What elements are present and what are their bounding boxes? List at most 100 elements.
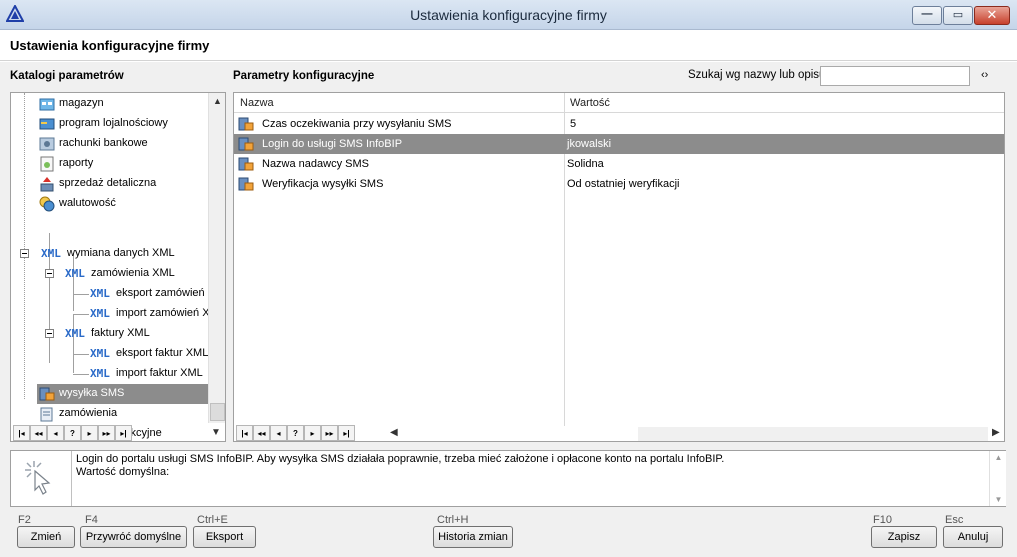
close-button[interactable]: ✕ xyxy=(974,6,1010,25)
tree-item-wymiana-danych-xml[interactable]: XML wymiana danych XML xyxy=(41,244,211,264)
scroll-down-icon[interactable]: ▼ xyxy=(211,427,221,438)
tree-item-raporty[interactable]: raporty xyxy=(39,154,209,174)
sms-icon xyxy=(39,387,55,401)
tree-item-walutowosc[interactable]: walutowość xyxy=(39,194,209,214)
sms-param-icon xyxy=(238,177,254,191)
tree-line xyxy=(24,93,25,399)
report-icon xyxy=(40,156,54,172)
first-record-button[interactable]: |◂ xyxy=(236,425,253,441)
xml-icon: XML xyxy=(65,267,85,280)
sms-param-icon xyxy=(238,157,254,171)
tree-item-import-zamowien-xml[interactable]: XML import zamówień XML xyxy=(90,304,225,324)
grid-row[interactable]: Nazwa nadawcy SMS Solidna xyxy=(234,154,1004,174)
retail-icon xyxy=(40,177,54,192)
previous-page-button[interactable]: ◂◂ xyxy=(253,425,270,441)
column-header-value[interactable]: Wartość xyxy=(570,97,610,109)
horizontal-scrollbar[interactable] xyxy=(638,427,988,441)
tree-vertical-scrollbar[interactable]: ▲ xyxy=(208,93,225,423)
cancel-button[interactable]: Anuluj xyxy=(943,526,1003,548)
grid-row-selected[interactable]: Login do usługi SMS InfoBIP jkowalski xyxy=(234,134,1004,154)
edit-button[interactable]: Zmień xyxy=(17,526,75,548)
tree-item-faktury-xml[interactable]: XML faktury XML xyxy=(65,324,215,344)
description-scrollbar[interactable]: ▲ ▼ xyxy=(989,451,1006,506)
right-panel-title: Parametry konfiguracyjne xyxy=(233,70,375,82)
tree-item-zamowienia[interactable]: zamówienia xyxy=(39,404,209,424)
parameters-grid[interactable]: Nazwa Wartość Czas oczekiwania przy wysy… xyxy=(233,92,1005,442)
previous-page-button[interactable]: ◂◂ xyxy=(30,425,47,441)
tree-item-sprzedaz-detaliczna[interactable]: sprzedaż detaliczna xyxy=(39,174,209,194)
tree-item-label: wysyłka SMS xyxy=(59,387,125,399)
scroll-down-icon[interactable]: ▼ xyxy=(990,495,1007,504)
tree-line xyxy=(73,374,89,375)
tree-item-zamowienia-xml[interactable]: XML zamówienia XML xyxy=(65,264,215,284)
tree-item-label: program lojalnościowy xyxy=(59,117,168,129)
grid-row[interactable]: Czas oczekiwania przy wysyłaniu SMS 5 xyxy=(234,114,1004,134)
minimize-button[interactable]: — xyxy=(912,6,942,25)
xml-icon: XML xyxy=(90,307,110,320)
tree-item-label: walutowość xyxy=(59,197,116,209)
tree-item-wysylka-sms[interactable]: wysyłka SMS xyxy=(37,384,209,404)
previous-record-button[interactable]: ◂ xyxy=(270,425,287,441)
tree-item-label: sprzedaż detaliczna xyxy=(59,177,157,189)
next-record-button[interactable]: ▸ xyxy=(304,425,321,441)
code-chevrons-icon[interactable]: ‹› xyxy=(981,69,988,81)
sms-param-icon xyxy=(238,117,254,131)
tree-expander-collapse-icon[interactable] xyxy=(45,269,54,278)
grid-row[interactable]: Weryfikacja wysyłki SMS Od ostatniej wer… xyxy=(234,174,1004,194)
first-record-button[interactable]: |◂ xyxy=(13,425,30,441)
search-input[interactable] xyxy=(820,66,970,86)
scroll-up-icon[interactable]: ▲ xyxy=(209,96,225,106)
tree-line xyxy=(73,294,89,295)
scroll-up-icon[interactable]: ▲ xyxy=(990,453,1007,462)
help-button[interactable]: ? xyxy=(64,425,81,441)
last-record-button[interactable]: ▸| xyxy=(338,425,355,441)
scroll-thumb[interactable] xyxy=(210,403,225,421)
help-button[interactable]: ? xyxy=(287,425,304,441)
column-header-name[interactable]: Nazwa xyxy=(240,97,274,109)
restore-defaults-button[interactable]: Przywróć domyślne xyxy=(80,526,187,548)
tree-item-label: wymiana danych XML xyxy=(67,247,175,259)
tree-expander-collapse-icon[interactable] xyxy=(45,329,54,338)
save-button[interactable]: Zapisz xyxy=(871,526,937,548)
maximize-button[interactable]: ▭ xyxy=(943,6,973,25)
default-value-label: Wartość domyślna: xyxy=(76,466,170,478)
change-history-button[interactable]: Historia zmian xyxy=(433,526,513,548)
shortcut-label: F2 xyxy=(18,514,31,526)
row-value: Od ostatniej weryfikacji xyxy=(567,178,680,190)
bank-icon xyxy=(39,137,55,151)
tree-item-magazyn[interactable]: magazyn xyxy=(39,94,209,114)
export-button[interactable]: Eksport xyxy=(193,526,256,548)
next-record-button[interactable]: ▸ xyxy=(81,425,98,441)
row-name: Nazwa nadawcy SMS xyxy=(262,158,369,170)
tree-item-eksport-faktur-xml[interactable]: XML eksport faktur XML xyxy=(90,344,218,364)
next-page-button[interactable]: ▸▸ xyxy=(321,425,338,441)
main-area: Katalogi parametrów Parametry konfigurac… xyxy=(0,62,1017,557)
loyalty-card-icon xyxy=(39,118,55,130)
previous-record-button[interactable]: ◂ xyxy=(47,425,64,441)
scroll-right-icon[interactable]: ▶ xyxy=(992,427,1000,438)
last-record-button[interactable]: ▸| xyxy=(115,425,132,441)
shortcut-label: F4 xyxy=(85,514,98,526)
tree-item-eksport-zamowien-xml[interactable]: XML eksport zamówień XML xyxy=(90,284,225,304)
currency-icon xyxy=(39,196,55,212)
next-page-button[interactable]: ▸▸ xyxy=(98,425,115,441)
row-name: Czas oczekiwania przy wysyłaniu SMS xyxy=(262,118,452,130)
row-value: 5 xyxy=(570,118,577,130)
grid-record-navigator: |◂ ◂◂ ◂ ? ▸ ▸▸ ▸| xyxy=(236,425,355,441)
tree-line xyxy=(73,354,89,355)
description-text-area[interactable]: Login do portalu usługi SMS InfoBIP. Aby… xyxy=(71,451,1006,506)
tree-item-label: rachunki bankowe xyxy=(59,137,148,149)
row-name: Weryfikacja wysyłki SMS xyxy=(262,178,384,190)
parameter-catalog-tree[interactable]: magazyn program lojalnościowy rachunki b… xyxy=(10,92,226,442)
tree-item-import-faktur-xml[interactable]: XML import faktur XML xyxy=(90,364,218,384)
orders-icon xyxy=(40,407,53,422)
page-title: Ustawienia konfiguracyjne firmy xyxy=(10,38,210,53)
tree-expander-collapse-icon[interactable] xyxy=(20,249,29,258)
cursor-click-icon xyxy=(25,461,51,495)
tree-item-program-lojalnosciowy[interactable]: program lojalnościowy xyxy=(39,114,209,134)
scroll-left-icon[interactable]: ◀ xyxy=(390,427,398,438)
window-title: Ustawienia konfiguracyjne firmy xyxy=(410,7,607,23)
window-titlebar: Ustawienia konfiguracyjne firmy — ▭ ✕ xyxy=(0,0,1017,30)
tree-item-rachunki-bankowe[interactable]: rachunki bankowe xyxy=(39,134,209,154)
tree-item-label: zamówienia XML xyxy=(91,267,175,279)
